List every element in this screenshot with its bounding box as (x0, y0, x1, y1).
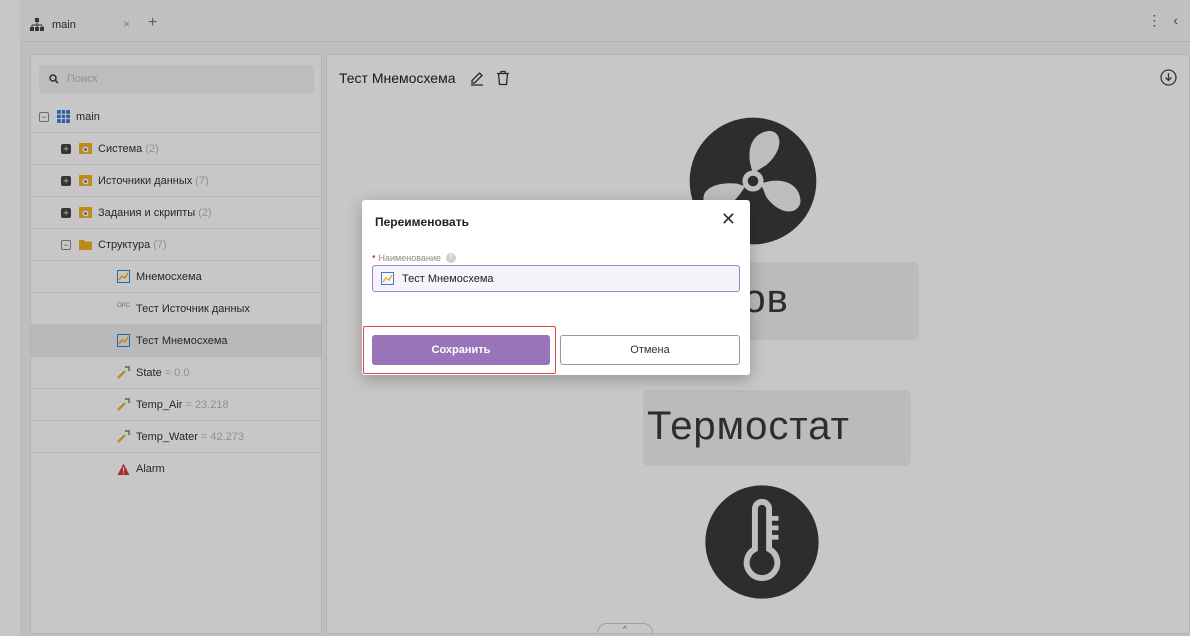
save-button[interactable]: Сохранить (372, 335, 550, 365)
cancel-button[interactable]: Отмена (560, 335, 740, 365)
dialog-title: Переименовать (375, 215, 469, 229)
name-field-label: • Наименование ? (372, 252, 456, 263)
field-label-text: Наименование (378, 252, 441, 263)
name-field[interactable] (372, 265, 740, 292)
mnemoscheme-icon (381, 272, 394, 285)
help-icon[interactable]: ? (445, 252, 456, 263)
rename-dialog: Переименовать ✕ • Наименование ? Сохрани… (362, 200, 750, 375)
name-input[interactable] (402, 272, 722, 285)
required-marker: • (372, 252, 376, 263)
close-icon[interactable]: ✕ (721, 209, 736, 230)
